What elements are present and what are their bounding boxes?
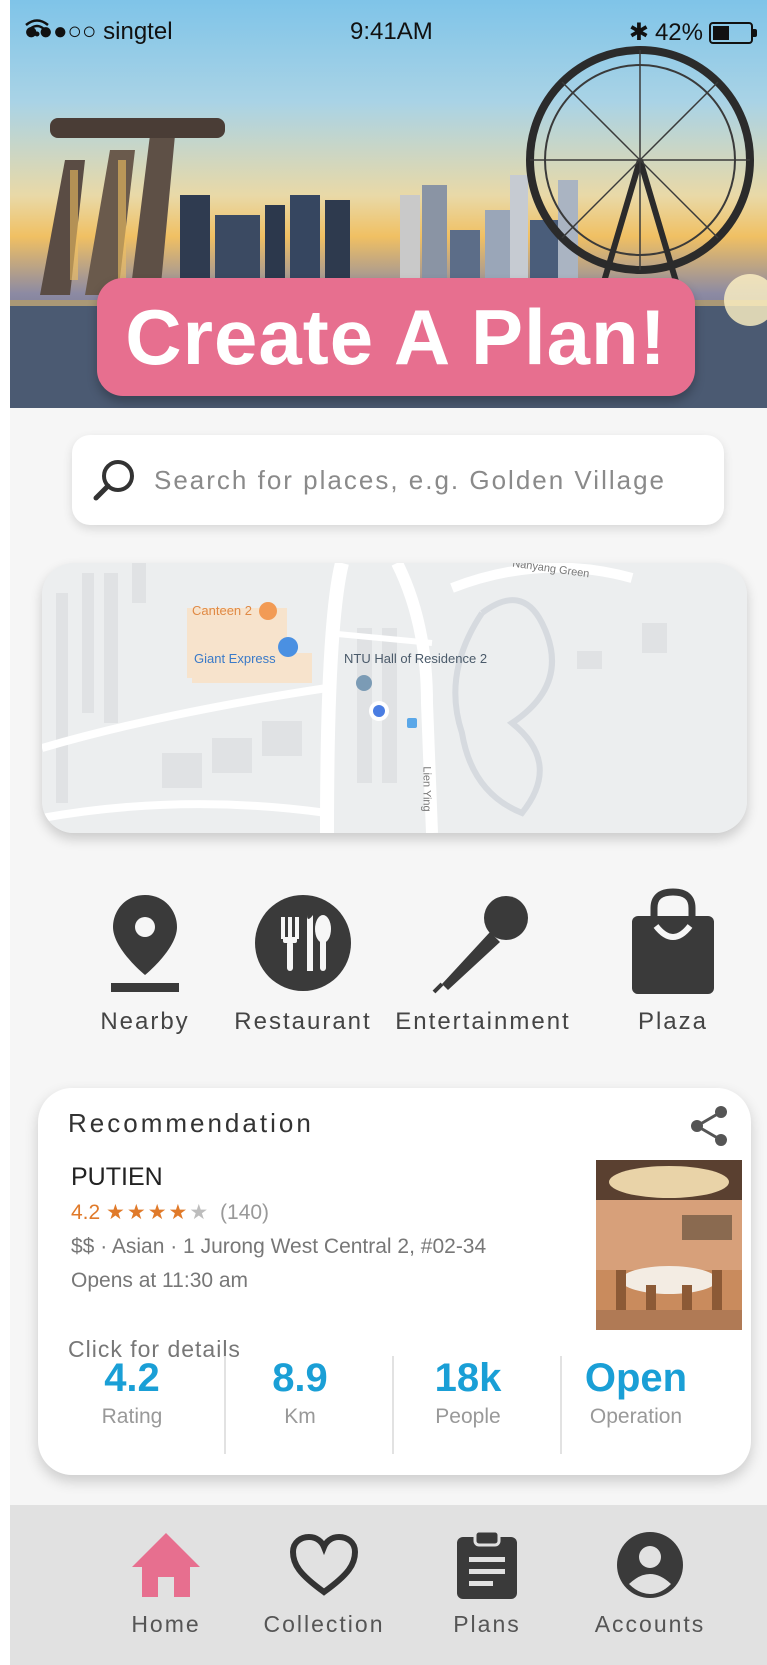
carrier-info: ●●●○○ singtel [24, 18, 173, 46]
battery-icon [709, 21, 757, 44]
category-restaurant[interactable]: Restaurant [218, 888, 388, 1038]
nav-label: Collection [263, 1611, 385, 1637]
clipboard-icon [447, 1527, 527, 1603]
share-icon[interactable] [687, 1104, 731, 1148]
nav-label: Plans [453, 1611, 521, 1637]
stat-value: 18k [434, 1356, 502, 1400]
map-label-canteen: Canteen 2 [192, 603, 252, 618]
search-bar[interactable]: Search for places, e.g. Golden Village [72, 435, 724, 525]
nav-label: Home [131, 1611, 201, 1637]
stat-distance: 8.9 Km [216, 1356, 384, 1446]
wifi-icon [25, 19, 49, 37]
category-label: Nearby [100, 1008, 190, 1035]
nav-accounts[interactable]: Accounts [570, 1527, 730, 1638]
shopping-bag-icon [618, 888, 728, 998]
create-plan-button[interactable]: Create A Plan! [97, 278, 695, 396]
stat-label: Km [284, 1405, 316, 1428]
bottom-nav: Home Collection Plans Accounts [10, 1505, 767, 1665]
category-label: Entertainment [395, 1008, 571, 1035]
place-meta: $$ · Asian · 1 Jurong West Central 2, #0… [71, 1235, 487, 1258]
battery-status: ✱ 42% [628, 18, 757, 47]
stat-label: Rating [101, 1405, 163, 1428]
microphone-icon [428, 888, 538, 998]
battery-percent: 42% [654, 18, 703, 46]
stat-label: Operation [589, 1405, 683, 1428]
map-label-road: Lien Ying [420, 766, 433, 812]
recommendation-card[interactable]: Recommendation PUTIEN 4.2 ★★★★★ (140) $$… [38, 1088, 751, 1475]
stat-value: Open [584, 1356, 688, 1400]
stat-label: People [435, 1405, 501, 1428]
map-label-giant: Giant Express [194, 651, 276, 666]
star-rating-icon: ★★★★ [106, 1201, 190, 1224]
clock: 9:41AM [350, 18, 433, 45]
rating-value: 4.2 [71, 1201, 101, 1224]
map-canvas [42, 563, 747, 833]
nav-collection[interactable]: Collection [244, 1527, 404, 1638]
category-entertainment[interactable]: Entertainment [395, 888, 571, 1038]
app-screen: ●●●○○ singtel 9:41AM ✱ 42% Create A Plan… [10, 0, 767, 1665]
search-icon [93, 460, 134, 501]
category-plaza[interactable]: Plaza [588, 888, 758, 1038]
location-pin-icon [90, 888, 200, 998]
review-count: (140) [220, 1201, 270, 1224]
home-icon [126, 1527, 206, 1603]
place-photo [596, 1160, 742, 1330]
opening-hours: Opens at 11:30 am [71, 1269, 249, 1292]
hero-banner: ●●●○○ singtel 9:41AM ✱ 42% Create A Plan… [10, 0, 767, 408]
map-label-hall: NTU Hall of Residence 2 [344, 651, 488, 666]
category-nearby[interactable]: Nearby [60, 888, 230, 1038]
category-label: Restaurant [234, 1008, 372, 1035]
stat-value: 4.2 [104, 1356, 160, 1400]
map-view[interactable]: Canteen 2 Giant Express NTU Hall of Resi… [42, 563, 747, 833]
bluetooth-icon: ✱ [628, 19, 649, 46]
recommendation-title: Recommendation [68, 1108, 314, 1138]
rating-line: 4.2 ★★★★★ (140) [71, 1200, 269, 1225]
nav-home[interactable]: Home [86, 1527, 246, 1638]
account-circle-icon [610, 1527, 690, 1603]
status-bar: ●●●○○ singtel 9:41AM ✱ 42% [10, 0, 767, 64]
stat-value: 8.9 [272, 1356, 328, 1400]
heart-icon [284, 1527, 364, 1603]
nav-plans[interactable]: Plans [407, 1527, 567, 1638]
stat-people: 18k People [384, 1356, 552, 1446]
stat-rating: 4.2 Rating [48, 1356, 216, 1446]
stat-operation: Open Operation [552, 1356, 720, 1446]
place-name: PUTIEN [71, 1163, 163, 1191]
category-label: Plaza [637, 1008, 709, 1035]
utensils-icon [248, 888, 358, 998]
star-empty-icon: ★ [189, 1201, 209, 1224]
nav-label: Accounts [594, 1611, 706, 1637]
search-input[interactable]: Search for places, e.g. Golden Village [154, 465, 666, 496]
